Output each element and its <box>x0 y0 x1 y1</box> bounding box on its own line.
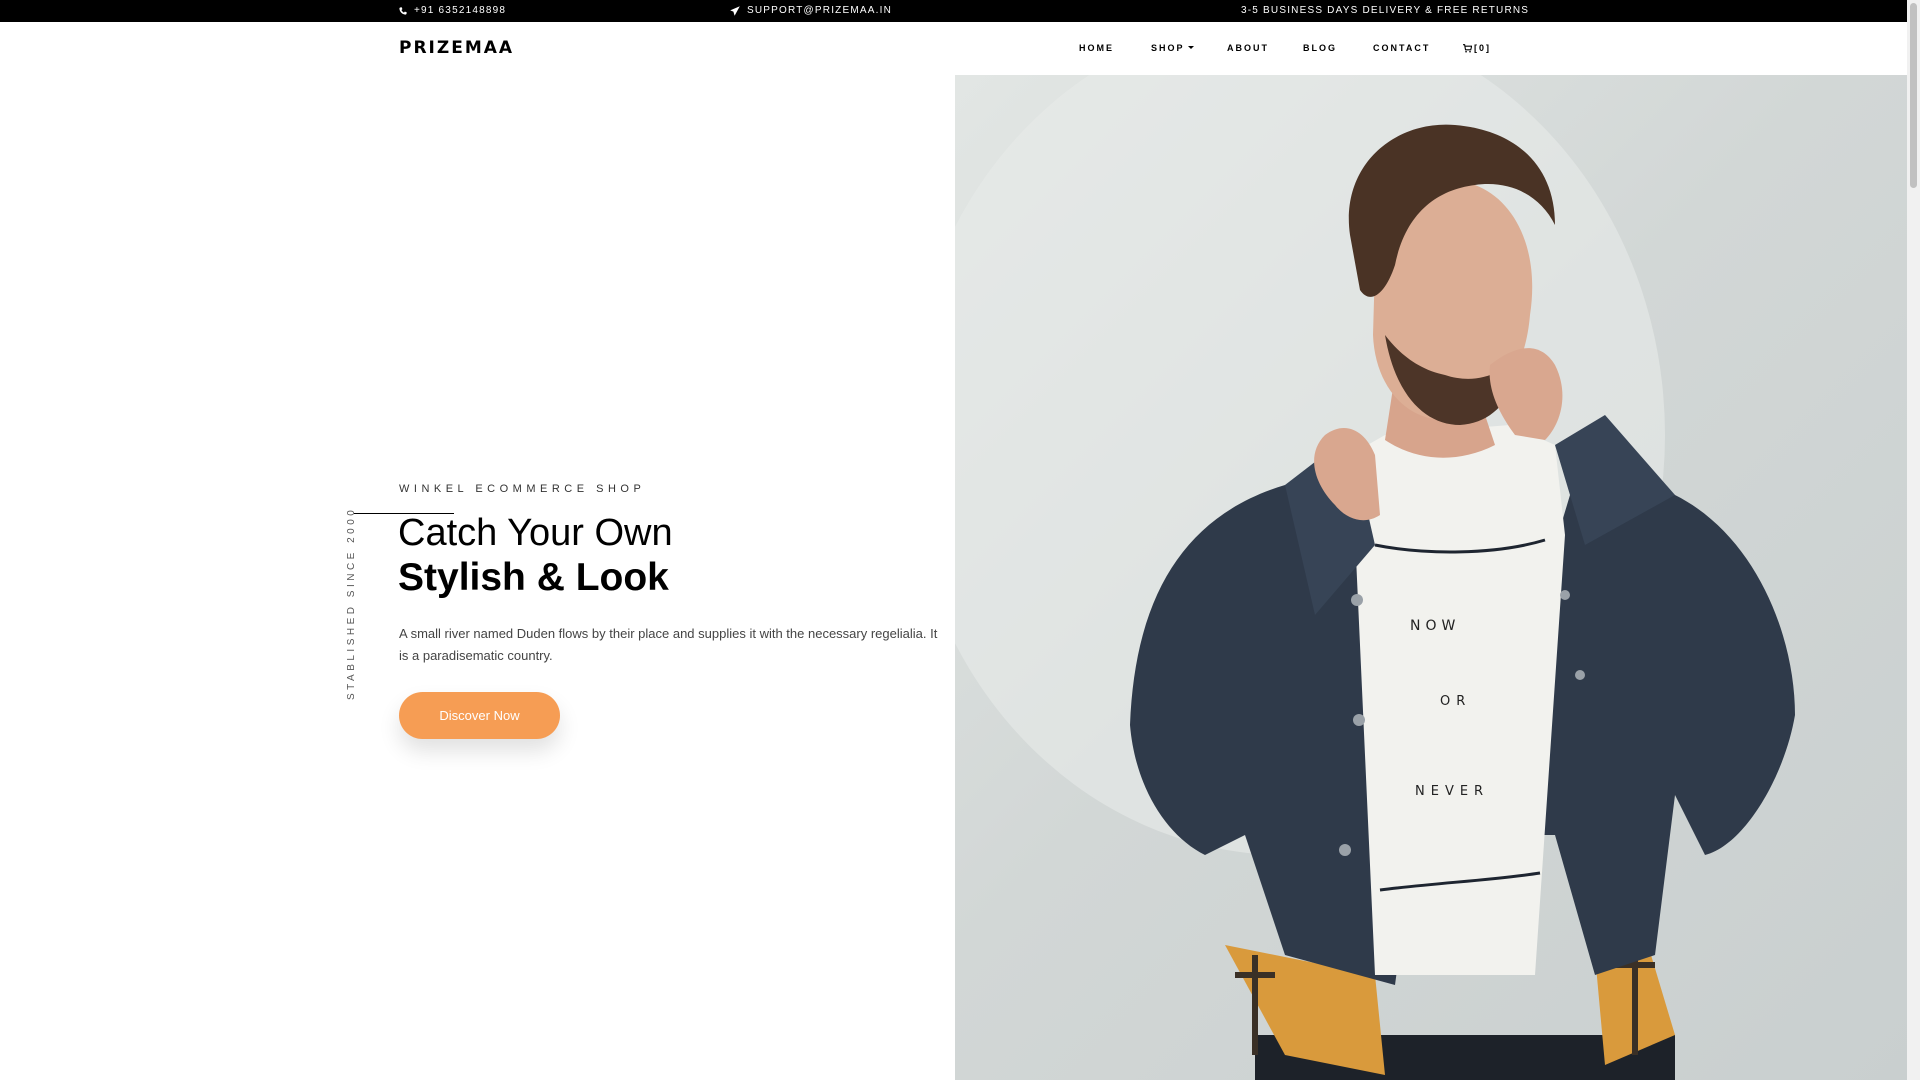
delivery-notice: 3-5 BUSINESS DAYS DELIVERY & FREE RETURN… <box>1241 0 1529 22</box>
site-logo[interactable]: PRIZEMAA <box>399 38 514 58</box>
nav-about[interactable]: ABOUT <box>1227 22 1269 75</box>
svg-text:NEVER: NEVER <box>1415 784 1489 799</box>
cart-count: [0] <box>1474 43 1491 53</box>
delivery-text: 3-5 BUSINESS DAYS DELIVERY & FREE RETURN… <box>1241 5 1530 16</box>
scrollbar-thumb[interactable] <box>1910 3 1917 188</box>
nav-cart[interactable]: [0] <box>1463 22 1491 75</box>
nav-contact[interactable]: CONTACT <box>1373 22 1430 75</box>
discover-now-button[interactable]: Discover Now <box>399 692 560 739</box>
support-email: SUPPORT@PRIZEMAA.IN <box>747 5 893 16</box>
hero-model-photo: NOW OR NEVER <box>955 75 1908 1080</box>
nav-shop[interactable]: SHOP <box>1151 22 1194 75</box>
hero-title-line2: Stylish & Look <box>398 556 669 599</box>
phone-contact[interactable]: +91 6352148898 <box>399 0 506 22</box>
hero-eyebrow: WINKEL ECOMMERCE SHOP <box>399 483 646 495</box>
nav-home[interactable]: HOME <box>1079 22 1114 75</box>
model-illustration: NOW OR NEVER <box>955 75 1795 1080</box>
top-info-bar: +91 6352148898 SUPPORT@PRIZEMAA.IN 3-5 B… <box>0 0 1920 22</box>
email-contact[interactable]: SUPPORT@PRIZEMAA.IN <box>730 0 892 22</box>
svg-text:NOW: NOW <box>1410 618 1460 634</box>
phone-icon <box>399 7 407 15</box>
paper-plane-icon <box>730 6 740 16</box>
site-header: PRIZEMAA HOME SHOP ABOUT BLOG CONTACT [0… <box>0 22 1907 75</box>
hero-description: A small river named Duden flows by their… <box>399 626 938 663</box>
caret-down-icon <box>1187 46 1194 50</box>
cart-icon <box>1463 44 1472 53</box>
page-scrollbar[interactable] <box>1907 0 1920 1080</box>
nav-shop-label: SHOP <box>1151 43 1185 53</box>
svg-text:OR: OR <box>1440 694 1471 709</box>
nav-blog[interactable]: BLOG <box>1303 22 1337 75</box>
hero-title-line1: Catch Your Own <box>398 512 673 554</box>
phone-number: +91 6352148898 <box>414 5 507 16</box>
established-label: STABLISHED SINCE 2000 <box>346 506 357 700</box>
